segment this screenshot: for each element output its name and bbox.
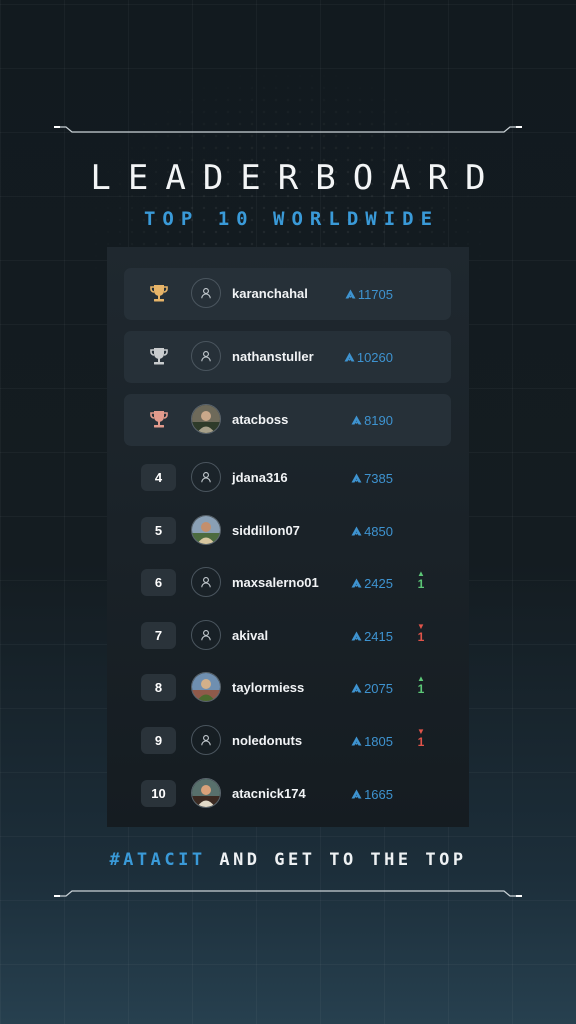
leaderboard-row[interactable]: 10 atacnick174 1665 bbox=[124, 768, 451, 820]
rank-badge: 7 bbox=[141, 621, 176, 649]
avatar[interactable] bbox=[191, 725, 221, 755]
leaderboard-row[interactable]: nathanstuller 10260 bbox=[124, 331, 451, 383]
rank-badge: 5 bbox=[141, 516, 176, 544]
score-value: 10260 bbox=[356, 349, 393, 365]
hashtag: #ATACIT bbox=[109, 850, 206, 870]
bronze-trophy-icon bbox=[141, 404, 176, 434]
username[interactable]: akival bbox=[232, 610, 268, 662]
leaderboard-row[interactable]: karanchahal 11705 bbox=[124, 268, 451, 320]
default-user-icon bbox=[199, 349, 213, 363]
username[interactable]: karanchahal bbox=[232, 268, 308, 320]
page-title: LEADERBOARD bbox=[90, 158, 503, 198]
default-user-icon bbox=[199, 733, 213, 747]
leaderboard-row[interactable]: 4 jdana316 7385 bbox=[124, 452, 451, 504]
score: 2075 bbox=[351, 662, 393, 714]
rank-change-down: ▼ 1 bbox=[414, 727, 428, 749]
atac-points-icon bbox=[351, 578, 362, 588]
username[interactable]: taylormiess bbox=[232, 662, 304, 714]
score-value: 2415 bbox=[364, 628, 393, 644]
atac-points-icon bbox=[351, 631, 362, 641]
score: 2415 bbox=[351, 610, 393, 662]
username[interactable]: atacboss bbox=[232, 394, 288, 446]
avatar[interactable] bbox=[191, 567, 221, 597]
rank-badge: 4 bbox=[141, 463, 176, 491]
gold-trophy-icon bbox=[141, 278, 176, 308]
rank-badge: 9 bbox=[141, 726, 176, 754]
score: 1805 bbox=[351, 715, 393, 767]
default-user-icon bbox=[199, 286, 213, 300]
leaderboard-row[interactable]: 6 maxsalerno01 2425 ▲ 1 bbox=[124, 557, 451, 609]
atac-points-icon bbox=[345, 289, 356, 299]
rank-cell: 10 bbox=[141, 778, 176, 808]
atac-points-icon bbox=[351, 683, 362, 693]
avatar[interactable] bbox=[191, 620, 221, 650]
score: 7385 bbox=[351, 452, 393, 504]
score-value: 1665 bbox=[364, 786, 393, 802]
avatar[interactable] bbox=[191, 278, 221, 308]
rank-change-up: ▲ 1 bbox=[414, 569, 428, 591]
leaderboard-row[interactable]: 9 noledonuts 1805 ▼ 1 bbox=[124, 715, 451, 767]
default-user-icon bbox=[199, 470, 213, 484]
default-user-icon bbox=[199, 575, 213, 589]
rank-cell: 4 bbox=[141, 462, 176, 492]
rank-badge: 10 bbox=[141, 779, 176, 807]
score-value: 2075 bbox=[364, 680, 393, 696]
silver-trophy-icon bbox=[141, 341, 176, 371]
rank-change-down: ▼ 1 bbox=[414, 622, 428, 644]
score-value: 2425 bbox=[364, 575, 393, 591]
username[interactable]: atacnick174 bbox=[232, 768, 306, 820]
page-subtitle: TOP 10 WORLDWIDE bbox=[143, 208, 440, 230]
top-frame-line bbox=[54, 124, 522, 136]
rank-cell: 8 bbox=[141, 672, 176, 702]
default-user-icon bbox=[199, 628, 213, 642]
score-value: 1805 bbox=[364, 733, 393, 749]
score-value: 4850 bbox=[364, 523, 393, 539]
rank-cell: 9 bbox=[141, 725, 176, 755]
leaderboard-row[interactable]: atacboss 8190 bbox=[124, 394, 451, 446]
score-value: 7385 bbox=[364, 470, 393, 486]
score: 10260 bbox=[344, 331, 393, 383]
leaderboard-row[interactable]: 8 taylormiess 2075 ▲ 1 bbox=[124, 662, 451, 714]
leaderboard-row[interactable]: 7 akival 2415 ▼ 1 bbox=[124, 610, 451, 662]
avatar-photo[interactable] bbox=[191, 404, 221, 434]
score: 11705 bbox=[345, 268, 393, 320]
score: 2425 bbox=[351, 557, 393, 609]
score: 4850 bbox=[351, 505, 393, 557]
rank-change-up: ▲ 1 bbox=[414, 674, 428, 696]
avatar-photo[interactable] bbox=[191, 515, 221, 545]
username[interactable]: siddillon07 bbox=[232, 505, 300, 557]
username[interactable]: maxsalerno01 bbox=[232, 557, 319, 609]
rank-badge: 8 bbox=[141, 673, 176, 701]
atac-points-icon bbox=[344, 352, 355, 362]
rank-change-amount: 1 bbox=[417, 735, 425, 749]
rank-change-amount: 1 bbox=[417, 577, 425, 591]
avatar[interactable] bbox=[191, 341, 221, 371]
score: 8190 bbox=[351, 394, 393, 446]
avatar[interactable] bbox=[191, 462, 221, 492]
avatar-photo[interactable] bbox=[191, 672, 221, 702]
username[interactable]: jdana316 bbox=[232, 452, 288, 504]
rank-change-amount: 1 bbox=[417, 630, 425, 644]
rank-cell: 7 bbox=[141, 620, 176, 650]
rank-badge: 6 bbox=[141, 568, 176, 596]
atac-points-icon bbox=[351, 526, 362, 536]
username[interactable]: nathanstuller bbox=[232, 331, 314, 383]
score: 1665 bbox=[351, 768, 393, 820]
atac-points-icon bbox=[351, 789, 362, 799]
score-value: 11705 bbox=[357, 286, 393, 302]
rank-cell: 6 bbox=[141, 567, 176, 597]
avatar-photo[interactable] bbox=[191, 778, 221, 808]
leaderboard-row[interactable]: 5 siddillon07 4850 bbox=[124, 505, 451, 557]
atac-points-icon bbox=[351, 473, 362, 483]
footer-callout: #ATACIT AND GET TO THE TOP bbox=[0, 850, 576, 870]
rank-change-amount: 1 bbox=[417, 682, 425, 696]
bottom-frame-line bbox=[54, 887, 522, 899]
rank-cell: 5 bbox=[141, 515, 176, 545]
score-value: 8190 bbox=[364, 412, 393, 428]
footer-text: AND GET TO THE TOP bbox=[205, 850, 467, 870]
atac-points-icon bbox=[351, 736, 362, 746]
atac-points-icon bbox=[351, 415, 362, 425]
username[interactable]: noledonuts bbox=[232, 715, 302, 767]
